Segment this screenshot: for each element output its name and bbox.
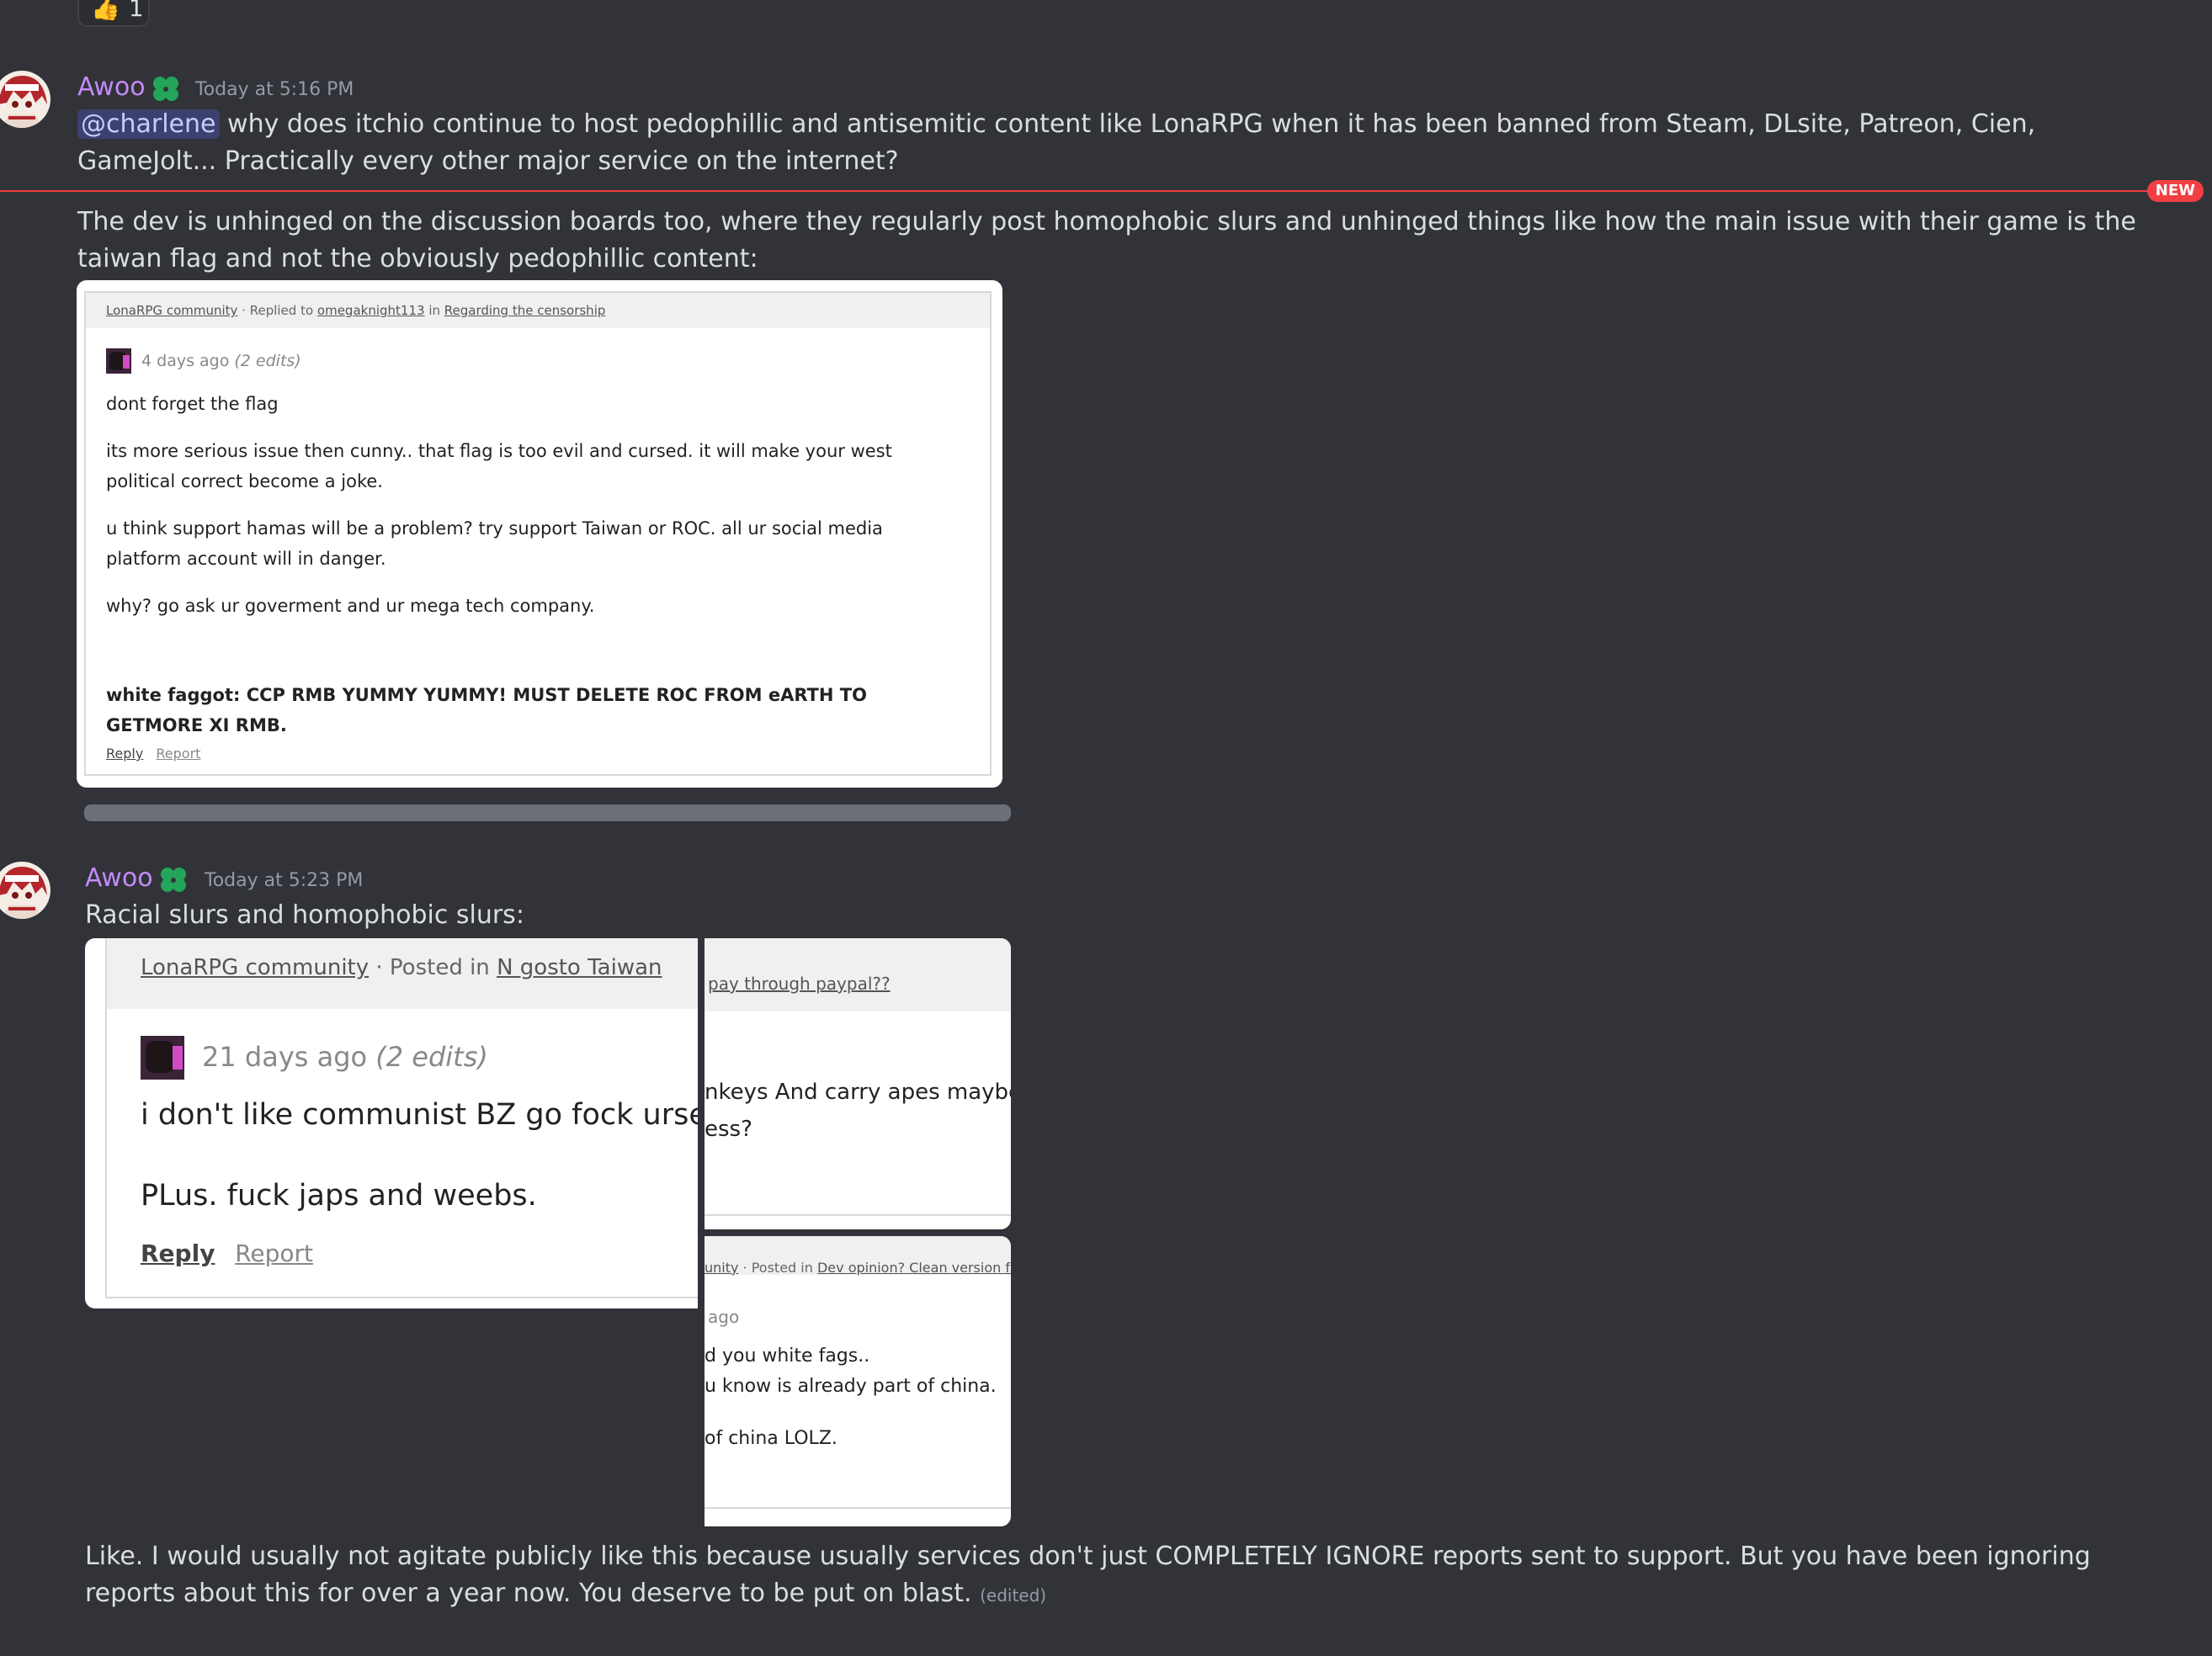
post-paragraph: white faggot: CCP RMB YUMMY YUMMY! MUST …: [106, 685, 867, 735]
post-paragraph: why? go ask ur goverment and ur mega tec…: [106, 596, 595, 616]
forum-post-header: unity · Posted in Dev opinion? Clean ver…: [705, 1236, 1011, 1276]
post-date: 21 days ago (2 edits): [202, 1041, 488, 1073]
message-content: @charlene why does itchio continue to ho…: [77, 106, 2156, 180]
clover-badge-icon: [153, 77, 178, 101]
forum-post-card: LonaRPG community · Replied to omegaknig…: [84, 291, 992, 776]
message-text: Like. I would usually not agitate public…: [85, 1542, 2099, 1608]
header-separator: in: [424, 303, 444, 318]
message-timestamp: Today at 5:23 PM: [205, 870, 364, 891]
post-paragraph: dont forget the flag: [106, 394, 279, 414]
header-separator: · Replied to: [237, 303, 317, 318]
image-attachment[interactable]: unity · Posted in Dev opinion? Clean ver…: [705, 1236, 1011, 1526]
header-separator: · Posted in: [738, 1260, 817, 1276]
card-border: [705, 1214, 1011, 1216]
post-date: ago: [708, 1307, 740, 1327]
post-actions: Reply Report: [141, 1239, 313, 1267]
post-paragraph: its more serious issue then cunny.. that…: [106, 441, 892, 491]
edited-indicator: (edited): [980, 1585, 1047, 1606]
post-paragraph: of china LOLZ.: [705, 1428, 837, 1449]
new-badge: NEW: [2146, 180, 2204, 202]
thumbs-up-icon: 👍: [91, 0, 120, 22]
reaction-count: 1: [128, 0, 144, 22]
topic-link: Dev opinion? Clean version for: [816, 1260, 1011, 1276]
message-text: why does itchio continue to host pedophi…: [77, 109, 2044, 176]
image-attachment[interactable]: LonaRPG community · Posted in N gosto Ta…: [85, 938, 698, 1308]
community-link: unity: [705, 1260, 739, 1276]
message-content: Like. I would usually not agitate public…: [85, 1538, 2164, 1614]
post-paragraph: i don't like communist BZ go fock urself…: [141, 1098, 698, 1132]
header-separator: · Posted in: [369, 955, 497, 980]
post-paragraph: u think support hamas will be a problem?…: [106, 518, 883, 569]
forum-post-header: LonaRPG community · Replied to omegaknig…: [86, 293, 990, 328]
clover-badge-icon: [161, 868, 186, 892]
poster-avatar: [106, 348, 131, 374]
post-paragraph: d you white fags..: [705, 1346, 870, 1367]
reaction-thumbs-up[interactable]: 👍 1: [77, 0, 150, 27]
message-timestamp: Today at 5:16 PM: [195, 79, 354, 100]
topic-link: Regarding the censorship: [444, 303, 606, 318]
post-paragraph: nkeys And carry apes maybe?: [705, 1080, 1011, 1105]
avatar[interactable]: [0, 71, 51, 128]
topic-link: pay through paypal??: [708, 974, 891, 994]
user-mention[interactable]: @charlene: [77, 109, 220, 139]
avatar[interactable]: [0, 862, 51, 919]
report-link: Report: [156, 746, 201, 762]
card-border: [705, 1507, 1011, 1509]
post-body: dont forget the flag its more serious is…: [106, 389, 914, 740]
username[interactable]: Awoo: [85, 863, 153, 893]
message-text: The dev is unhinged on the discussion bo…: [77, 207, 2145, 273]
message-text: Racial slurs and homophobic slurs:: [85, 900, 524, 930]
post-age: 21 days ago: [202, 1041, 368, 1073]
image-attachment[interactable]: LonaRPG community · Replied to omegaknig…: [77, 280, 1002, 788]
reply-link: Reply: [106, 746, 144, 762]
user-link: omegaknight113: [316, 303, 425, 318]
header-text: unity · Posted in Dev opinion? Clean ver…: [705, 1260, 1011, 1276]
report-link: Report: [235, 1239, 314, 1267]
forum-post-card: LonaRPG community · Posted in N gosto Ta…: [105, 938, 698, 1298]
edit-count: (2 edits): [375, 1041, 488, 1073]
post-actions: Reply Report: [106, 746, 200, 762]
community-link: LonaRPG community: [141, 955, 370, 980]
reply-link: Reply: [141, 1239, 215, 1267]
edit-count: (2 edits): [234, 352, 301, 370]
image-attachment[interactable]: pay through paypal?? nkeys And carry ape…: [705, 938, 1011, 1229]
horizontal-scrollbar[interactable]: [84, 804, 1011, 821]
community-link: LonaRPG community: [106, 303, 238, 318]
poster-avatar: [141, 1036, 184, 1080]
post-paragraph: u know is already part of china.: [705, 1376, 997, 1397]
post-age: 4 days ago: [141, 352, 230, 370]
username[interactable]: Awoo: [77, 72, 146, 102]
new-messages-divider: [0, 190, 2153, 192]
post-date: 4 days ago (2 edits): [141, 352, 301, 370]
post-paragraph: ess?: [705, 1117, 752, 1142]
topic-link: N gosto Taiwan: [497, 955, 662, 980]
post-paragraph: PLus. fuck japs and weebs.: [141, 1179, 537, 1213]
forum-post-header: pay through paypal??: [705, 938, 1011, 1011]
forum-post-header: LonaRPG community · Posted in N gosto Ta…: [107, 938, 698, 1009]
